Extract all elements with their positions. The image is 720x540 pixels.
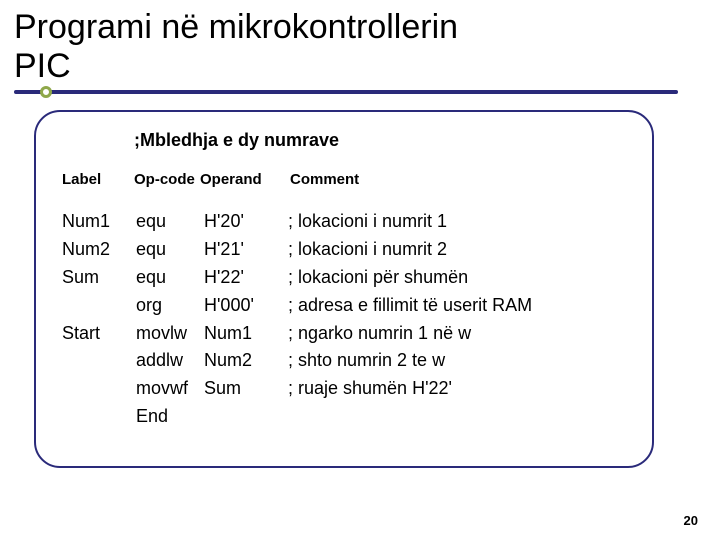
slide-title: Programi në mikrokontrollerin PIC [0, 0, 720, 88]
cell-opcode: org [134, 292, 204, 320]
code-row: Num2 equ H'21' ; lokacioni i numrit 2 [62, 236, 626, 264]
cell-comment: ; ngarko numrin 1 në w [288, 320, 626, 348]
cell-operand: H'20' [204, 208, 288, 236]
code-row: Sum equ H'22' ; lokacioni për shumën [62, 264, 626, 292]
cell-label [62, 292, 134, 320]
cell-opcode: movlw [134, 320, 204, 348]
cell-opcode: End [134, 403, 204, 431]
cell-label: Start [62, 320, 134, 348]
cell-opcode: equ [134, 264, 204, 292]
cell-operand: H'21' [204, 236, 288, 264]
program-comment-title: ;Mbledhja e dy numrave [134, 130, 626, 151]
header-label: Label [62, 171, 134, 188]
header-operand: Operand [200, 171, 284, 188]
cell-comment: ; lokacioni i numrit 2 [288, 236, 626, 264]
code-row: org H'000' ; adresa e fillimit të userit… [62, 292, 626, 320]
cell-comment: ; shto numrin 2 te w [288, 347, 626, 375]
cell-operand: Sum [204, 375, 288, 403]
cell-comment: ; ruaje shumën H'22' [288, 375, 626, 403]
cell-opcode: movwf [134, 375, 204, 403]
page-number: 20 [684, 513, 698, 528]
title-line-2: PIC [14, 47, 71, 85]
cell-opcode: equ [134, 208, 204, 236]
title-underline [14, 90, 678, 94]
header-opcode: Op-code [134, 171, 200, 188]
column-headers: Label Op-code Operand Comment [62, 171, 626, 188]
cell-label [62, 403, 134, 431]
cell-label: Sum [62, 264, 134, 292]
code-row: movwf Sum ; ruaje shumën H'22' [62, 375, 626, 403]
code-row: Num1 equ H'20' ; lokacioni i numrit 1 [62, 208, 626, 236]
cell-opcode: addlw [134, 347, 204, 375]
cell-operand: H'000' [204, 292, 288, 320]
cell-operand: H'22' [204, 264, 288, 292]
cell-label: Num2 [62, 236, 134, 264]
cell-comment: ; adresa e fillimit të userit RAM [288, 292, 626, 320]
code-row: End [62, 403, 626, 431]
cell-comment: ; lokacioni i numrit 1 [288, 208, 626, 236]
cell-operand: Num1 [204, 320, 288, 348]
code-row: Start movlw Num1 ; ngarko numrin 1 në w [62, 320, 626, 348]
cell-operand [204, 403, 288, 431]
cell-comment: ; lokacioni për shumën [288, 264, 626, 292]
code-row: addlw Num2 ; shto numrin 2 te w [62, 347, 626, 375]
cell-opcode: equ [134, 236, 204, 264]
cell-label: Num1 [62, 208, 134, 236]
cell-label [62, 375, 134, 403]
cell-operand: Num2 [204, 347, 288, 375]
cell-label [62, 347, 134, 375]
header-comment: Comment [290, 171, 626, 188]
code-table: Num1 equ H'20' ; lokacioni i numrit 1 Nu… [62, 208, 626, 431]
bullet-icon [40, 86, 52, 98]
code-card: ;Mbledhja e dy numrave Label Op-code Ope… [34, 110, 654, 468]
title-line-1: Programi në mikrokontrollerin [14, 8, 458, 46]
cell-comment [288, 403, 626, 431]
